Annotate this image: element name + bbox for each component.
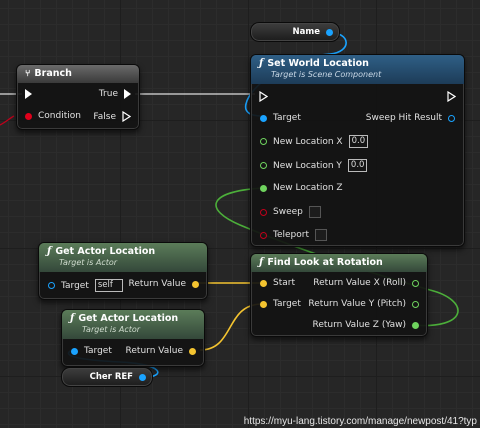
- get-actor-location-node-1[interactable]: ƒ Get Actor Location Target is Actor Tar…: [38, 242, 208, 300]
- gal2-target-pin[interactable]: [71, 347, 78, 355]
- set-world-location-subtitle: Target is Scene Component: [271, 70, 382, 79]
- get-actor-location-1-header: ƒ Get Actor Location Target is Actor: [39, 243, 207, 272]
- set-world-location-exec-out-pin[interactable]: [447, 91, 456, 102]
- gal1-target-label: Target: [61, 280, 89, 291]
- find-look-at-rotation-header: ƒ Find Look at Rotation: [251, 254, 427, 272]
- flr-yaw-pin[interactable]: [412, 321, 419, 329]
- blueprint-graph-canvas[interactable]: Name ⑂ Branch True Condition False ƒ Set…: [0, 0, 480, 428]
- branch-exec-in-pin[interactable]: [25, 89, 32, 99]
- name-variable-node[interactable]: Name: [250, 22, 340, 42]
- swl-sweep-label: Sweep: [273, 207, 303, 217]
- swl-sweep-hit-label: Sweep Hit Result: [365, 113, 442, 123]
- branch-false-label: False: [93, 111, 116, 122]
- branch-icon: ⑂: [25, 68, 31, 79]
- cher-ref-label: Cher REF: [89, 372, 133, 382]
- flr-start-pin[interactable]: [260, 279, 267, 287]
- swl-new-x-input[interactable]: 0.0: [348, 135, 369, 148]
- function-icon: ƒ: [70, 313, 75, 324]
- cher-ref-variable-node[interactable]: Cher REF: [61, 367, 153, 387]
- swl-new-y-pin[interactable]: [260, 162, 267, 169]
- swl-sweep-checkbox[interactable]: [308, 206, 321, 218]
- gal1-title: Get Actor Location: [55, 246, 156, 257]
- swl-new-x-pin[interactable]: [260, 138, 267, 145]
- branch-condition-pin[interactable]: [25, 112, 32, 120]
- swl-new-y-input[interactable]: 0.0: [347, 159, 368, 172]
- branch-condition-label: Condition: [38, 111, 81, 121]
- function-icon: ƒ: [259, 58, 264, 69]
- branch-true-label: True: [98, 89, 118, 99]
- flr-roll-pin[interactable]: [412, 279, 419, 287]
- set-world-location-node[interactable]: ƒ Set World Location Target is Scene Com…: [250, 54, 465, 247]
- set-world-location-exec-in-pin[interactable]: [259, 91, 268, 102]
- set-world-location-title: Set World Location: [267, 58, 369, 69]
- flr-target-pin[interactable]: [260, 300, 267, 308]
- gal2-return-label: Return Value: [125, 346, 183, 356]
- branch-title: Branch: [34, 68, 72, 79]
- swl-sweep-hit-pin[interactable]: [448, 114, 455, 122]
- name-output-pin[interactable]: [326, 28, 333, 36]
- branch-false-pin[interactable]: [122, 111, 131, 122]
- swl-new-z-pin[interactable]: [260, 184, 267, 192]
- branch-node[interactable]: ⑂ Branch True Condition False: [16, 64, 140, 130]
- swl-new-y-label: New Location Y: [273, 160, 342, 171]
- set-world-location-header: ƒ Set World Location Target is Scene Com…: [251, 55, 464, 84]
- swl-target-label: Target: [273, 113, 301, 123]
- get-actor-location-node-2[interactable]: ƒ Get Actor Location Target is Actor Tar…: [61, 309, 205, 367]
- gal1-return-label: Return Value: [128, 279, 186, 289]
- flr-pitch-pin[interactable]: [412, 300, 419, 308]
- branch-true-pin[interactable]: [124, 89, 131, 99]
- function-icon: ƒ: [47, 246, 52, 257]
- swl-teleport-checkbox[interactable]: [315, 229, 327, 241]
- swl-teleport-label: Teleport: [273, 230, 309, 240]
- swl-target-pin[interactable]: [260, 114, 267, 122]
- gal1-subtitle: Target is Actor: [59, 258, 118, 267]
- flr-target-label: Target: [273, 299, 301, 309]
- gal2-return-pin[interactable]: [189, 347, 196, 355]
- gal2-title: Get Actor Location: [78, 313, 179, 324]
- flr-yaw-label: Return Value Z (Yaw): [312, 320, 407, 330]
- gal1-target-input[interactable]: self: [94, 279, 123, 292]
- cher-ref-output-pin[interactable]: [139, 373, 146, 381]
- swl-sweep-pin[interactable]: [260, 208, 267, 216]
- swl-new-x-label: New Location X: [273, 136, 343, 147]
- name-variable-label: Name: [292, 27, 320, 37]
- find-look-at-rotation-node[interactable]: ƒ Find Look at Rotation Start Return Val…: [250, 253, 428, 337]
- branch-header: ⑂ Branch: [17, 65, 139, 83]
- swl-teleport-pin[interactable]: [260, 231, 267, 239]
- function-icon: ƒ: [259, 257, 264, 268]
- swl-new-z-label: New Location Z: [273, 183, 343, 193]
- get-actor-location-2-header: ƒ Get Actor Location Target is Actor: [62, 310, 204, 339]
- gal1-return-pin[interactable]: [192, 280, 199, 288]
- gal1-target-pin[interactable]: [48, 282, 55, 289]
- flr-roll-label: Return Value X (Roll): [313, 278, 406, 288]
- gal2-subtitle: Target is Actor: [82, 325, 141, 334]
- flr-start-label: Start: [273, 278, 295, 288]
- flr-title: Find Look at Rotation: [267, 257, 383, 268]
- watermark-url: https://myu-lang.tistory.com/manage/newp…: [243, 416, 477, 427]
- flr-pitch-label: Return Value Y (Pitch): [308, 299, 406, 309]
- gal2-target-label: Target: [84, 346, 112, 356]
- exec-wire-red: [0, 115, 15, 126]
